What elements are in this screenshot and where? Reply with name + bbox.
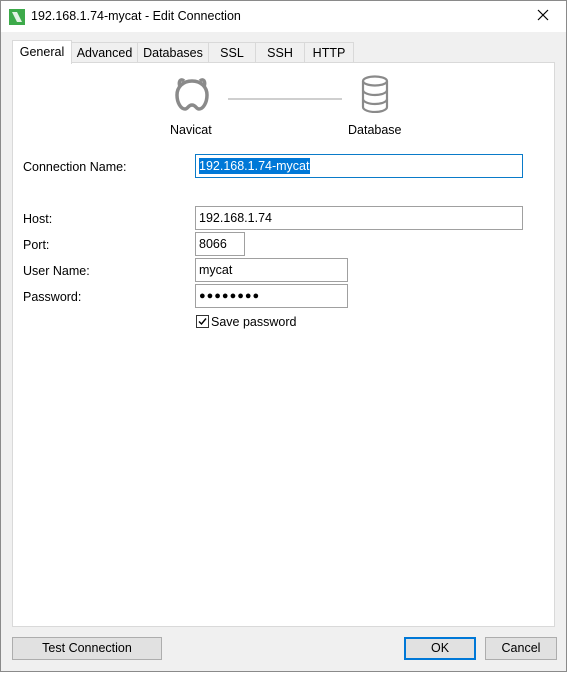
window-title: 192.168.1.74-mycat - Edit Connection: [31, 9, 241, 23]
ok-button[interactable]: OK: [404, 637, 476, 660]
username-input[interactable]: mycat: [195, 258, 348, 282]
password-input[interactable]: ●●●●●●●●: [195, 284, 348, 308]
connection-name-label: Connection Name:: [23, 160, 127, 174]
test-connection-button[interactable]: Test Connection: [12, 637, 162, 660]
connector-line: [228, 98, 342, 100]
general-panel: Navicat Database Connection Name: 192.16…: [12, 62, 555, 627]
title-bar[interactable]: 192.168.1.74-mycat - Edit Connection: [1, 1, 566, 32]
navicat-label: Navicat: [170, 123, 212, 137]
save-password-label[interactable]: Save password: [211, 315, 296, 329]
close-icon: [537, 9, 549, 24]
edit-connection-dialog: 192.168.1.74-mycat - Edit Connection Gen…: [0, 0, 567, 672]
database-icon: [360, 75, 390, 114]
save-password-checkbox[interactable]: [196, 315, 209, 328]
tab-general[interactable]: General: [12, 40, 72, 64]
tab-http[interactable]: HTTP: [304, 42, 354, 62]
navicat-app-icon: [9, 9, 25, 25]
connection-name-input[interactable]: 192.168.1.74-mycat: [195, 154, 523, 178]
tab-ssh[interactable]: SSH: [255, 42, 305, 62]
tab-advanced[interactable]: Advanced: [71, 42, 138, 62]
navicat-icon: [171, 75, 213, 115]
port-input[interactable]: 8066: [195, 232, 245, 256]
database-label: Database: [348, 123, 402, 137]
host-input[interactable]: 192.168.1.74: [195, 206, 523, 230]
port-label: Port:: [23, 238, 50, 252]
password-label: Password:: [23, 290, 82, 304]
close-button[interactable]: [520, 1, 566, 32]
tab-databases[interactable]: Databases: [137, 42, 209, 62]
host-label: Host:: [23, 212, 53, 226]
tab-ssl[interactable]: SSL: [208, 42, 256, 62]
username-label: User Name:: [23, 264, 90, 278]
cancel-button[interactable]: Cancel: [485, 637, 557, 660]
